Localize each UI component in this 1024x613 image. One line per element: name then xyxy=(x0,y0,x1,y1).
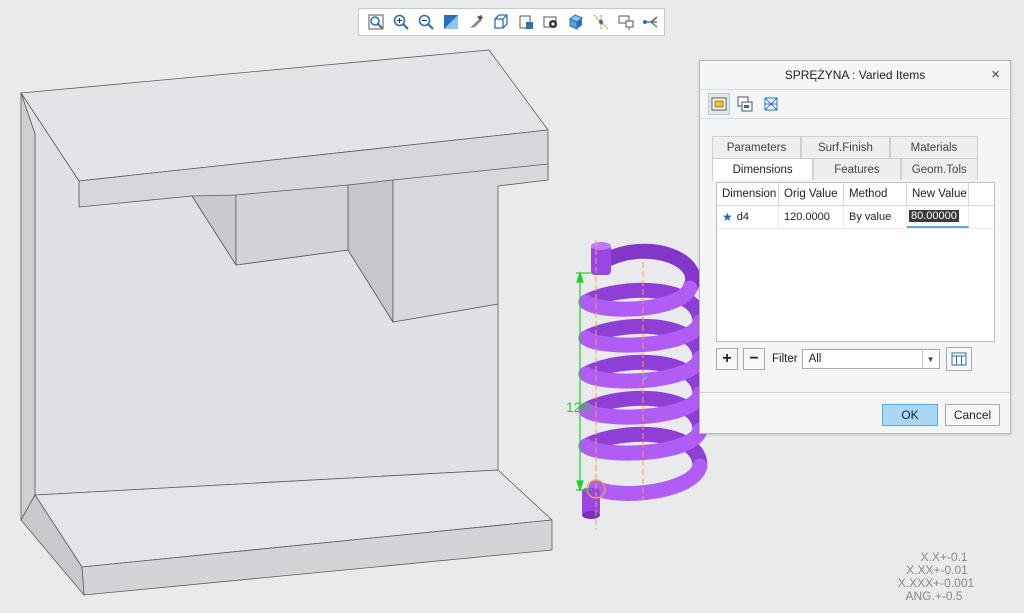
section-icon xyxy=(569,14,584,30)
col-new-value[interactable]: New Value xyxy=(907,183,969,205)
view-manager-button[interactable] xyxy=(513,10,538,34)
dimensions-table: Dimension Orig Value Method New Value ★ … xyxy=(716,182,995,342)
display-style-icon xyxy=(469,15,483,28)
varied-items-mode-button[interactable] xyxy=(708,93,730,115)
section-button[interactable] xyxy=(564,10,589,34)
view-toolbar xyxy=(358,8,665,36)
star-icon: ★ xyxy=(722,210,733,224)
spin-center-button[interactable] xyxy=(639,10,664,34)
add-item-button[interactable]: + xyxy=(716,348,738,370)
col-dimension[interactable]: Dimension xyxy=(717,183,779,205)
copy-window-icon xyxy=(737,96,753,112)
cancel-button[interactable]: Cancel xyxy=(945,404,1000,426)
dialog-title: SPRĘŻYNA : Varied Items xyxy=(784,68,926,82)
zoom-out-button[interactable] xyxy=(413,10,438,34)
zoom-in-button[interactable] xyxy=(388,10,413,34)
pattern-table-icon xyxy=(764,97,778,111)
dialog-titlebar[interactable]: SPRĘŻYNA : Varied Items × xyxy=(700,61,1010,89)
datum-display-icon xyxy=(593,14,609,30)
perspective-view-icon xyxy=(543,16,558,28)
spring-model[interactable] xyxy=(578,240,708,530)
tab-surf-finish[interactable]: Surf.Finish xyxy=(800,136,890,158)
remove-item-button[interactable]: − xyxy=(743,348,765,370)
filter-label: Filter xyxy=(772,353,798,365)
annotation-display-button[interactable] xyxy=(614,10,639,34)
display-style-button[interactable] xyxy=(463,10,488,34)
dialog-iconbar xyxy=(700,89,1010,119)
new-value-input[interactable]: 80.00000 xyxy=(909,210,959,222)
table-header: Dimension Orig Value Method New Value xyxy=(717,183,994,206)
col-method[interactable]: Method xyxy=(844,183,907,205)
datum-display-button[interactable] xyxy=(589,10,614,34)
repaint-icon xyxy=(443,15,458,29)
table-row[interactable]: ★ d4 120.0000 By value 80.00000 xyxy=(717,206,994,229)
cell-method[interactable]: By value xyxy=(844,206,907,228)
filter-value: All xyxy=(808,353,822,365)
perspective-view-button[interactable] xyxy=(539,10,564,34)
zoom-in-icon xyxy=(393,14,409,30)
tab-geom-tols[interactable]: Geom.Tols xyxy=(900,158,978,180)
saved-orientations-button[interactable] xyxy=(488,10,513,34)
columns-button[interactable] xyxy=(945,347,972,371)
cell-dimension: ★ d4 xyxy=(717,206,779,228)
tab-features[interactable]: Features xyxy=(813,158,901,180)
cell-orig-value: 120.0000 xyxy=(779,206,844,228)
zoom-out-icon xyxy=(418,14,434,30)
tab-dimensions[interactable]: Dimensions xyxy=(712,158,814,180)
spin-center-icon xyxy=(643,16,658,28)
chevron-down-icon[interactable]: ▼ xyxy=(921,350,939,368)
dimension-name: d4 xyxy=(736,211,750,223)
tab-materials[interactable]: Materials xyxy=(889,136,978,158)
block-part[interactable] xyxy=(20,49,553,596)
dialog-separator xyxy=(700,392,1010,393)
cell-new-value[interactable]: 80.00000 xyxy=(907,206,969,228)
annotation-display-icon xyxy=(618,15,634,30)
repaint-button[interactable] xyxy=(438,10,463,34)
tab-parameters[interactable]: Parameters xyxy=(712,136,801,158)
dimension-label[interactable]: 120 xyxy=(566,399,590,415)
tabs-row-bottom: Dimensions Features Geom.Tols xyxy=(712,158,978,180)
ok-button[interactable]: OK xyxy=(882,404,938,426)
view-manager-icon xyxy=(519,15,533,29)
pattern-table-button[interactable] xyxy=(760,93,782,115)
close-icon[interactable]: × xyxy=(991,67,1000,83)
tolerance-4: ANG.+-0.5 xyxy=(905,589,963,603)
refit-icon xyxy=(368,14,384,30)
table-window-icon xyxy=(711,97,727,111)
tabs-row-top: Parameters Surf.Finish Materials xyxy=(712,136,978,158)
filter-select[interactable]: All ▼ xyxy=(801,349,940,369)
refit-button[interactable] xyxy=(363,10,388,34)
table-columns-icon xyxy=(951,352,967,366)
filter-row: + − Filter All ▼ xyxy=(716,347,996,371)
saved-orientations-icon xyxy=(494,14,508,29)
copy-items-button[interactable] xyxy=(734,93,756,115)
tolerance-table: X.X+-0.1 X.XX+-0.01 X.XXX+-0.001 ANG.+-0… xyxy=(870,551,990,603)
col-orig-value[interactable]: Orig Value xyxy=(779,183,844,205)
varied-items-dialog: SPRĘŻYNA : Varied Items × Parameters Sur… xyxy=(699,60,1011,434)
